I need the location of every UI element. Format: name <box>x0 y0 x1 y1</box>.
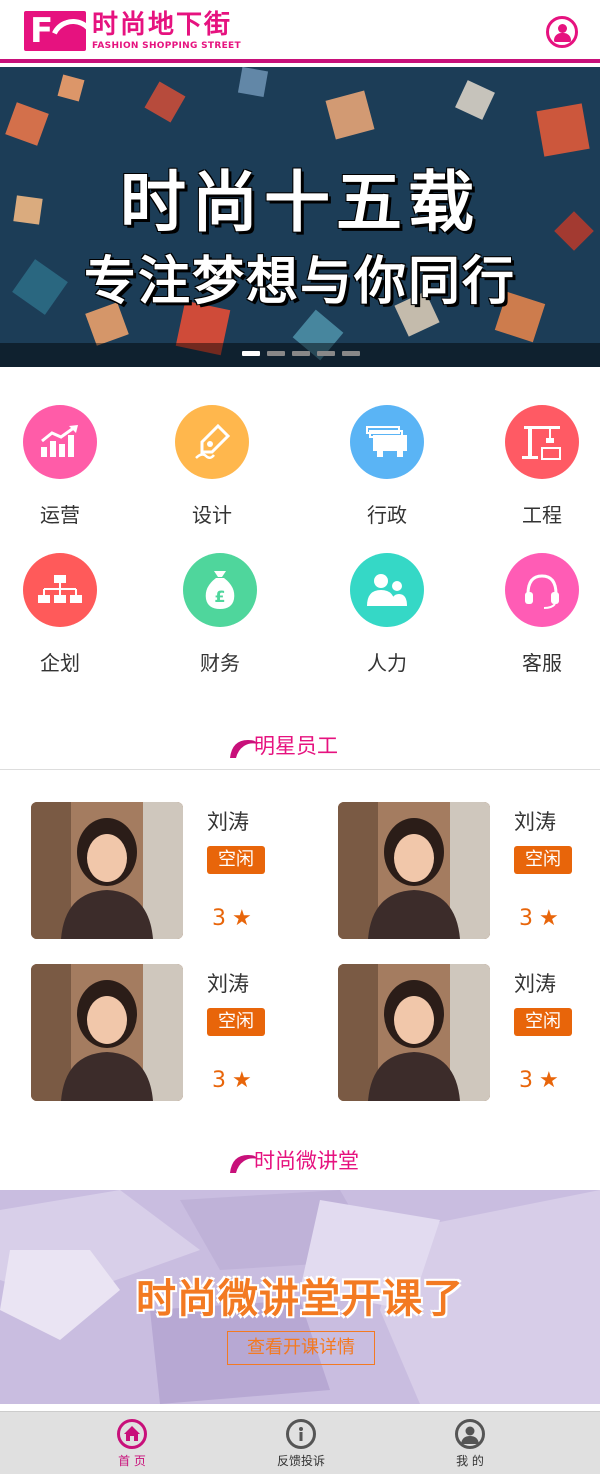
crane-icon <box>505 405 579 479</box>
carousel-dot[interactable] <box>342 351 360 356</box>
logo-mark: F <box>24 11 86 51</box>
tab-feedback[interactable]: 反馈投诉 <box>241 1412 361 1474</box>
rating-value: 3 <box>212 1068 226 1093</box>
status-badge: 空闲 <box>207 1008 265 1036</box>
staff-name: 刘涛 <box>514 972 556 996</box>
carousel-dot[interactable] <box>242 351 260 356</box>
category-label: 工程 <box>522 503 562 527</box>
staff-rating: 3 ★ <box>519 1068 559 1093</box>
home-icon <box>117 1419 147 1449</box>
staff-rating: 3 ★ <box>519 906 559 931</box>
staff-rating: 3 ★ <box>212 906 252 931</box>
staff-card[interactable]: 刘涛 空闲 3 ★ <box>31 964 321 1104</box>
lecture-details-button[interactable]: 查看开课详情 <box>227 1331 375 1365</box>
pen-nib-icon <box>175 405 249 479</box>
staff-rating: 3 ★ <box>212 1068 252 1093</box>
tab-home[interactable]: 首 页 <box>72 1412 192 1474</box>
category-hr[interactable]: 人力 <box>327 553 447 676</box>
headset-icon <box>505 553 579 627</box>
category-engineering[interactable]: 工程 <box>482 405 600 528</box>
rating-value: 3 <box>519 1068 533 1093</box>
carousel-dots <box>242 351 360 356</box>
tab-label: 反馈投诉 <box>276 1454 325 1468</box>
star-icon: ★ <box>539 1068 559 1093</box>
category-admin[interactable]: 行政 <box>327 405 447 528</box>
staff-photo <box>31 964 183 1101</box>
category-design[interactable]: 设计 <box>152 405 272 528</box>
carousel-dot[interactable] <box>292 351 310 356</box>
money-bag-icon: £ <box>183 553 257 627</box>
category-label: 运营 <box>40 503 80 527</box>
info-icon <box>286 1419 316 1449</box>
star-icon: ★ <box>232 906 252 931</box>
category-planning[interactable]: 企划 <box>0 553 120 676</box>
staff-photo <box>31 802 183 939</box>
tab-label: 我 的 <box>456 1454 484 1468</box>
staff-name: 刘涛 <box>514 810 556 834</box>
chart-up-icon <box>23 405 97 479</box>
divider <box>0 769 600 770</box>
lecture-banner[interactable]: 时尚微讲堂开课了 查看开课详情 <box>0 1190 600 1404</box>
category-label: 行政 <box>367 503 407 527</box>
rating-value: 3 <box>212 906 226 931</box>
logo-chinese: 时尚地下街 <box>92 10 233 40</box>
category-operations[interactable]: 运营 <box>0 405 120 528</box>
bottom-tabbar: 首 页 反馈投诉 我 的 <box>0 1411 600 1474</box>
carousel-dot[interactable] <box>317 351 335 356</box>
star-icon: ★ <box>539 906 559 931</box>
rating-value: 3 <box>519 906 533 931</box>
section-title-text: 时尚微讲堂 <box>254 1149 359 1173</box>
category-label: 企划 <box>40 651 80 675</box>
staff-photo <box>338 964 490 1101</box>
top-header: F 时尚地下街 FASHION SHOPPING STREET <box>0 0 600 63</box>
logo-english: FASHION SHOPPING STREET <box>92 41 241 51</box>
carousel-dot[interactable] <box>267 351 285 356</box>
banner-title-line2: 专注梦想与你同行 <box>83 252 516 312</box>
app-page: F 时尚地下街 FASHION SHOPPING STREET 时尚十五载 专注… <box>0 0 600 1474</box>
tab-label: 首 页 <box>118 1454 146 1468</box>
section-title-lecture: 时尚微讲堂 <box>0 1143 600 1179</box>
staff-name: 刘涛 <box>207 810 249 834</box>
staff-name: 刘涛 <box>207 972 249 996</box>
staff-card[interactable]: 刘涛 空闲 3 ★ <box>31 802 321 942</box>
banner-title-line1: 时尚十五载 <box>120 164 480 241</box>
user-circle-icon[interactable] <box>546 16 578 48</box>
tab-mine[interactable]: 我 的 <box>410 1412 530 1474</box>
section-title-text: 明星员工 <box>254 734 338 758</box>
people-icon <box>350 553 424 627</box>
user-icon <box>455 1419 485 1449</box>
staff-card[interactable]: 刘涛 空闲 3 ★ <box>338 802 600 942</box>
staff-photo <box>338 802 490 939</box>
star-icon: ★ <box>232 1068 252 1093</box>
files-icon <box>350 405 424 479</box>
lecture-banner-title: 时尚微讲堂开课了 <box>136 1276 464 1322</box>
category-finance[interactable]: £ 财务 <box>160 553 280 676</box>
logo-text: 时尚地下街 FASHION SHOPPING STREET <box>92 11 241 51</box>
brand-logo[interactable]: F 时尚地下街 FASHION SHOPPING STREET <box>24 9 244 53</box>
category-service[interactable]: 客服 <box>482 553 600 676</box>
status-badge: 空闲 <box>514 846 572 874</box>
hero-banner[interactable]: 时尚十五载 专注梦想与你同行 <box>0 67 600 367</box>
category-label: 财务 <box>200 651 240 675</box>
category-label: 设计 <box>192 503 232 527</box>
section-title-star: 明星员工 <box>0 728 600 764</box>
org-chart-icon <box>23 553 97 627</box>
status-badge: 空闲 <box>207 846 265 874</box>
staff-card[interactable]: 刘涛 空闲 3 ★ <box>338 964 600 1104</box>
category-label: 人力 <box>367 651 407 675</box>
category-label: 客服 <box>522 651 562 675</box>
status-badge: 空闲 <box>514 1008 572 1036</box>
svg-text:£: £ <box>214 587 225 606</box>
